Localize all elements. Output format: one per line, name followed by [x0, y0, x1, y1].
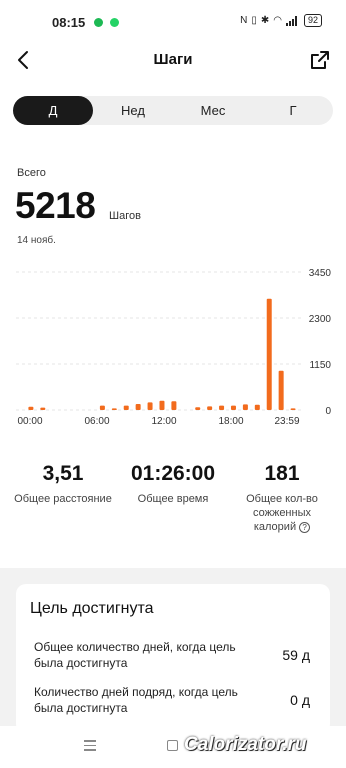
x-tick-label: 00:00	[17, 416, 42, 427]
vibrate-icon: ▯	[251, 15, 257, 26]
goal-card: Цель достигнута Общее количество дней, к…	[16, 584, 330, 734]
total-label: Всего	[17, 167, 46, 179]
chart-bar	[242, 404, 248, 410]
calories-label-wrap: Общее кол-во сожженных калорий ?	[236, 492, 328, 534]
time-label: Общее время	[137, 493, 209, 505]
chart-bar	[254, 404, 260, 410]
x-tick-label: 18:00	[218, 416, 243, 427]
nav-bar: Calorizator.ru	[0, 726, 346, 768]
chart-bar	[207, 406, 213, 410]
chart-bar	[290, 408, 296, 410]
whatsapp-icon	[110, 18, 119, 27]
header: Шаги	[0, 44, 346, 76]
page-title: Шаги	[153, 51, 193, 68]
tab-week[interactable]: Нед	[93, 96, 173, 125]
y-tick-label: 0	[325, 406, 331, 417]
menu-icon[interactable]	[84, 740, 96, 752]
watermark: Calorizator.ru	[184, 734, 307, 755]
status-time: 08:15	[52, 15, 86, 30]
distance-value: 3,51	[42, 462, 84, 485]
bluetooth-icon: ✱	[260, 15, 270, 26]
chart-bar	[195, 407, 201, 410]
chart-bar	[219, 405, 225, 410]
y-tick-label: 1150	[309, 360, 331, 371]
wifi-icon: ◠	[273, 15, 282, 26]
chart-bar	[171, 401, 177, 410]
goal-row-streak: Количество дней подряд, когда цель была …	[34, 684, 314, 716]
y-tick-label: 3450	[309, 268, 332, 279]
chart-bar	[278, 370, 284, 410]
status-bar: 08:15 N ▯ ✱ ◠ 92	[0, 0, 346, 44]
chart-bar	[147, 402, 153, 410]
chart-bar	[99, 405, 105, 410]
chart-bar	[159, 400, 165, 410]
chart-bar	[266, 298, 272, 410]
chart-bar	[135, 404, 141, 410]
spotify-icon	[94, 18, 103, 27]
steps-screen: 08:15 N ▯ ✱ ◠ 92 Шаги Д Нед Мес Г Всего …	[0, 0, 346, 768]
chart-bar	[123, 405, 129, 410]
signal-icon	[285, 15, 300, 26]
tab-month[interactable]: Мес	[173, 96, 253, 125]
time-value: 01:26:00	[130, 462, 216, 485]
chart-bar	[28, 406, 34, 410]
date-label: 14 нояб.	[17, 235, 56, 246]
chart-bar	[40, 407, 46, 410]
distance-label: Общее расстояние	[14, 493, 112, 505]
tab-day[interactable]: Д	[13, 96, 93, 125]
stat-calories: 181 Общее кол-во сожженных калорий ?	[236, 462, 328, 534]
chart-bar	[111, 408, 117, 410]
calories-value: 181	[264, 462, 300, 485]
goal-title: Цель достигнута	[30, 600, 154, 617]
period-tabs: Д Нед Мес Г	[13, 96, 333, 125]
total-steps-value: 5218	[15, 185, 96, 226]
x-tick-label: 12:00	[151, 416, 176, 427]
tab-year[interactable]: Г	[253, 96, 333, 125]
goal-total-value: 59 д	[282, 647, 310, 663]
nfc-icon: N	[240, 15, 248, 26]
x-tick-label: 06:00	[84, 416, 109, 427]
steps-chart: 3450 2300 1150 0 00:00 06:00 12:00 18:00 23:59	[16, 268, 332, 427]
goal-row-total: Общее количество дней, когда цель была д…	[34, 639, 314, 671]
stat-distance: 3,51 Общее расстояние	[8, 462, 118, 506]
goal-total-label: Общее количество дней, когда цель была д…	[34, 640, 236, 670]
info-icon[interactable]: ?	[299, 522, 311, 533]
goal-streak-label: Количество дней подряд, когда цель была …	[34, 685, 238, 715]
goal-section: Цель достигнута Общее количество дней, к…	[0, 568, 346, 734]
stat-time: 01:26:00 Общее время	[118, 462, 228, 506]
battery-indicator: 92	[303, 14, 322, 27]
chart-bar	[230, 405, 236, 410]
share-icon[interactable]	[308, 48, 332, 72]
home-icon[interactable]	[167, 740, 178, 751]
x-tick-label: 23:59	[274, 416, 299, 427]
y-tick-label: 2300	[309, 314, 332, 325]
goal-streak-value: 0 д	[290, 692, 310, 708]
steps-unit: Шагов	[109, 210, 141, 222]
status-icons: N ▯ ✱ ◠ 92	[240, 14, 322, 27]
